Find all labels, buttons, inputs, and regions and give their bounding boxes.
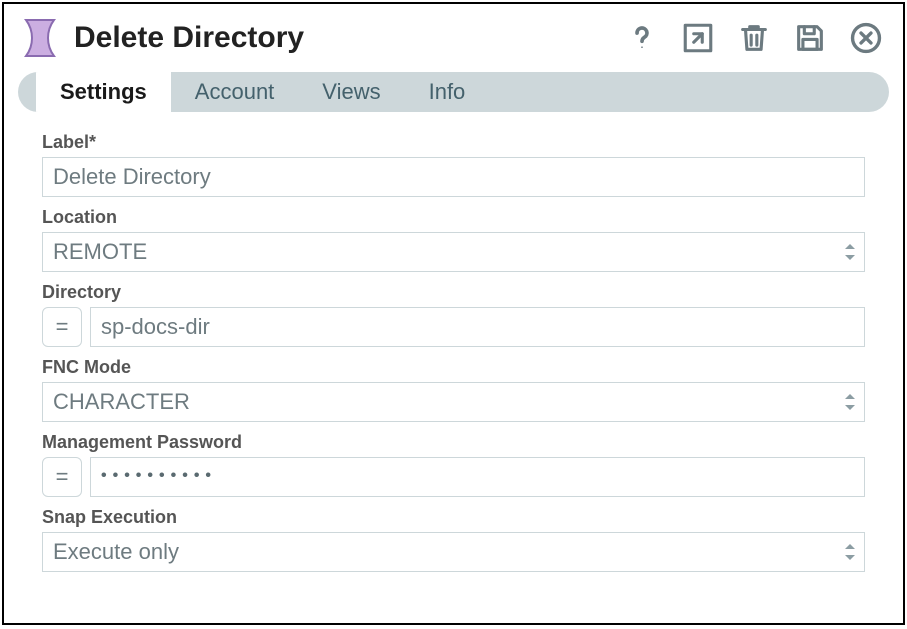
directory-input[interactable] xyxy=(90,307,865,347)
tab-info[interactable]: Info xyxy=(405,72,490,112)
snap-icon xyxy=(24,18,60,58)
location-label: Location xyxy=(42,207,865,228)
field-label: Label* xyxy=(42,132,865,197)
tab-settings[interactable]: Settings xyxy=(36,72,171,112)
field-snap-execution: Snap Execution xyxy=(42,507,865,572)
save-icon[interactable] xyxy=(793,21,827,55)
delete-icon[interactable] xyxy=(737,21,771,55)
form-area: Label* Location Directory = FNC Mode xyxy=(18,112,889,572)
snap-execution-select[interactable] xyxy=(42,532,865,572)
fnc-mode-label: FNC Mode xyxy=(42,357,865,378)
snap-execution-label: Snap Execution xyxy=(42,507,865,528)
location-select[interactable] xyxy=(42,232,865,272)
fnc-mode-select[interactable] xyxy=(42,382,865,422)
header-icons xyxy=(625,21,883,55)
field-location: Location xyxy=(42,207,865,272)
field-fnc-mode: FNC Mode xyxy=(42,357,865,422)
management-password-label: Management Password xyxy=(42,432,865,453)
field-management-password: Management Password = •••••••••• xyxy=(42,432,865,497)
field-directory: Directory = xyxy=(42,282,865,347)
tab-views[interactable]: Views xyxy=(298,72,404,112)
close-icon[interactable] xyxy=(849,21,883,55)
directory-label: Directory xyxy=(42,282,865,303)
label-label: Label* xyxy=(42,132,865,153)
directory-expression-toggle[interactable]: = xyxy=(42,307,82,347)
password-expression-toggle[interactable]: = xyxy=(42,457,82,497)
header: Delete Directory xyxy=(18,18,889,66)
management-password-input[interactable]: •••••••••• xyxy=(90,457,865,497)
help-icon[interactable] xyxy=(625,21,659,55)
tab-bar: Settings Account Views Info xyxy=(18,72,889,112)
label-input[interactable] xyxy=(42,157,865,197)
dialog-frame: Delete Directory xyxy=(2,2,905,625)
header-left: Delete Directory xyxy=(24,18,304,58)
page-title: Delete Directory xyxy=(74,21,304,55)
export-icon[interactable] xyxy=(681,21,715,55)
tab-account[interactable]: Account xyxy=(171,72,299,112)
